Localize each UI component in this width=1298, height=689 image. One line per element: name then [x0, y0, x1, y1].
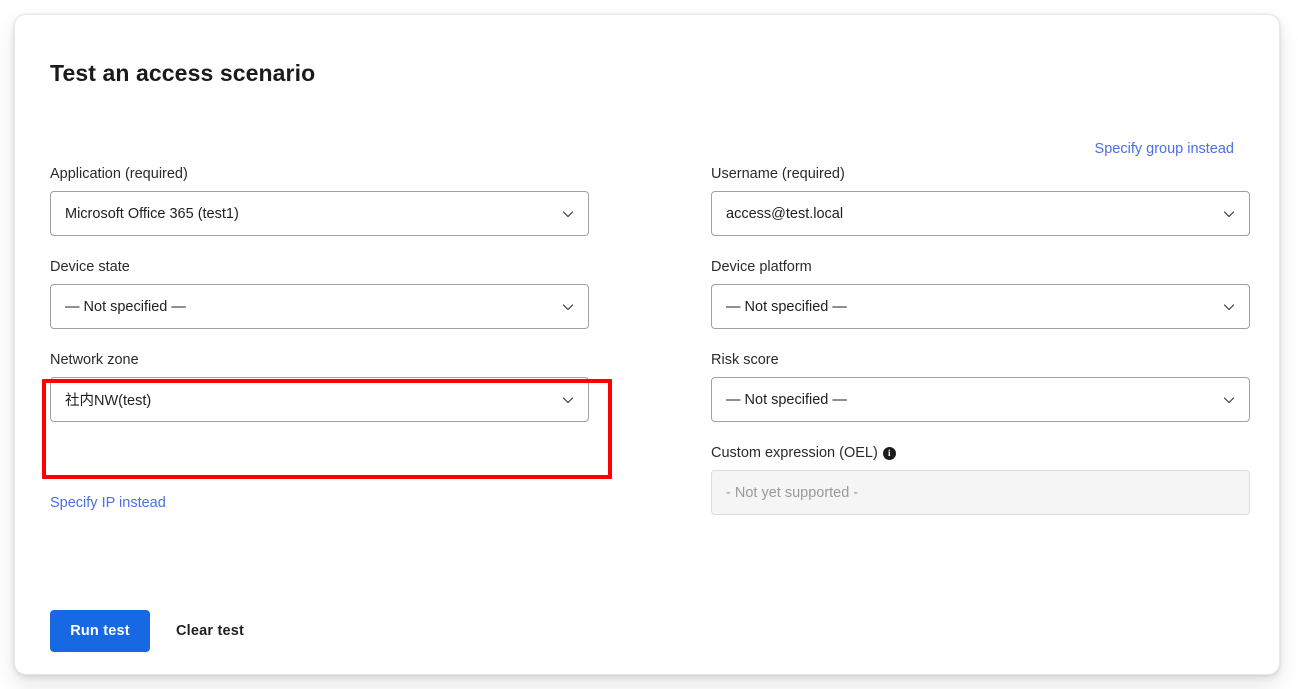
page-frame: Test an access scenario Specify group in… [0, 0, 1298, 689]
application-field: Application (required) Microsoft Office … [50, 165, 589, 236]
application-select[interactable]: Microsoft Office 365 (test1) [50, 191, 589, 236]
custom-expression-field: Custom expression (OEL) i - Not yet suppo… [711, 444, 1250, 515]
risk-score-label: Risk score [711, 352, 779, 368]
form-column-right: Username (required) access@test.local De… [711, 165, 1250, 537]
username-select[interactable]: access@test.local [711, 191, 1250, 236]
device-state-label: Device state [50, 259, 130, 275]
risk-score-select[interactable]: — Not specified — [711, 377, 1250, 422]
chevron-down-icon [561, 393, 575, 407]
network-zone-label: Network zone [50, 352, 139, 368]
clear-test-button[interactable]: Clear test [172, 623, 248, 639]
username-value: access@test.local [726, 205, 844, 222]
custom-expression-input: - Not yet supported - [711, 470, 1250, 515]
chevron-down-icon [1222, 207, 1236, 221]
specify-group-instead-link[interactable]: Specify group instead [1095, 141, 1234, 157]
form-actions: Run test Clear test [50, 610, 248, 652]
application-value: Microsoft Office 365 (test1) [65, 205, 239, 222]
username-label: Username (required) [711, 166, 845, 182]
device-platform-value: — Not specified — [726, 298, 847, 315]
access-scenario-card: Test an access scenario Specify group in… [14, 14, 1280, 675]
card-content: Test an access scenario Specify group in… [15, 15, 1271, 674]
chevron-down-icon [561, 207, 575, 221]
application-label: Application (required) [50, 166, 188, 182]
chevron-down-icon [561, 300, 575, 314]
network-zone-value: 社内NW(test) [65, 393, 152, 409]
custom-expression-label-text: Custom expression (OEL) [711, 445, 878, 461]
info-icon[interactable]: i [882, 447, 896, 460]
page-title: Test an access scenario [50, 60, 316, 87]
risk-score-field: Risk score — Not specified — [711, 351, 1250, 422]
custom-expression-placeholder: - Not yet supported - [726, 484, 859, 501]
device-platform-select[interactable]: — Not specified — [711, 284, 1250, 329]
device-state-value: — Not specified — [65, 298, 186, 315]
username-field: Username (required) access@test.local [711, 165, 1250, 236]
chevron-down-icon [1222, 393, 1236, 407]
device-state-field: Device state — Not specified — [50, 258, 589, 329]
chevron-down-icon [1222, 300, 1236, 314]
network-zone-field: Network zone 社内NW(test) [50, 351, 589, 422]
device-platform-field: Device platform — Not specified — [711, 258, 1250, 329]
specify-ip-instead-link[interactable]: Specify IP instead [50, 495, 166, 511]
device-state-select[interactable]: — Not specified — [50, 284, 589, 329]
risk-score-value: — Not specified — [726, 391, 847, 408]
custom-expression-label: Custom expression (OEL) i [711, 444, 1250, 462]
run-test-button[interactable]: Run test [50, 610, 150, 652]
form-column-left: Application (required) Microsoft Office … [50, 165, 589, 444]
device-platform-label: Device platform [711, 259, 812, 275]
network-zone-select[interactable]: 社内NW(test) [50, 377, 589, 422]
